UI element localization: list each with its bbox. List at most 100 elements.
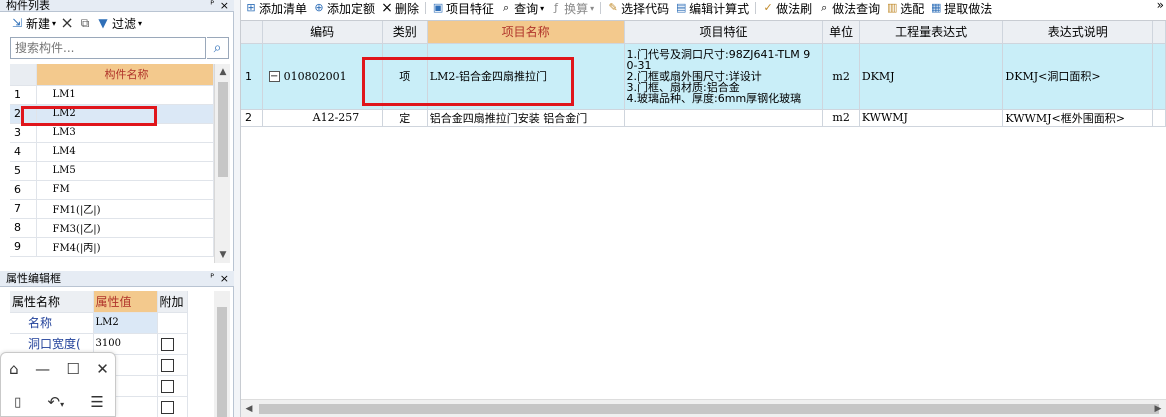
- table-row[interactable]: 6 FM: [10, 180, 214, 200]
- scroll-down-icon[interactable]: ▼: [215, 247, 231, 263]
- item-feature-button[interactable]: ▣ 项目特征: [432, 0, 494, 16]
- quantity-expr-header[interactable]: 工程量表达式: [859, 21, 1004, 44]
- search-icon[interactable]: ⌕: [207, 37, 229, 59]
- table-row[interactable]: 8 FM3(|乙|): [10, 218, 214, 238]
- component-name[interactable]: FM: [36, 180, 214, 200]
- grid-horizontal-scrollbar[interactable]: ◀ ▶: [241, 399, 1166, 417]
- attach-checkbox[interactable]: [160, 379, 174, 393]
- save-icon[interactable]: ▯: [14, 395, 21, 410]
- panel-splitter[interactable]: [234, 0, 241, 417]
- component-name[interactable]: FM3(|乙|): [36, 218, 214, 238]
- chevron-down-icon: ▾: [52, 18, 57, 28]
- table-row[interactable]: 7 FM1(|乙|): [10, 199, 214, 219]
- method-query-button[interactable]: ⌕ 做法查询: [818, 0, 880, 16]
- delete-button[interactable]: × 删除: [381, 0, 419, 16]
- property-name: 名称: [10, 312, 94, 334]
- expr-desc-cell[interactable]: DKMJ<洞口面积>: [1002, 43, 1153, 110]
- more-icon[interactable]: »: [1157, 0, 1164, 12]
- close-icon[interactable]: ✕: [96, 360, 109, 378]
- chevron-down-icon: ▾: [590, 3, 595, 13]
- attach-checkbox[interactable]: [160, 337, 174, 351]
- maximize-icon[interactable]: ☐: [66, 360, 79, 378]
- table-row[interactable]: 5 LM5: [10, 161, 214, 181]
- close-icon[interactable]: ×: [220, 271, 229, 286]
- delete-component-button[interactable]: ×: [60, 15, 74, 31]
- close-icon[interactable]: ×: [220, 0, 229, 11]
- property-row[interactable]: 洞口宽度( 3100: [10, 333, 188, 355]
- filter-label: 过滤: [112, 16, 137, 31]
- copy-component-button[interactable]: ⧉: [78, 16, 92, 30]
- shirt-icon[interactable]: ⌂: [9, 360, 19, 378]
- property-extra[interactable]: [157, 375, 188, 397]
- table-row[interactable]: 9 FM4(|丙|): [10, 237, 214, 257]
- scroll-thumb[interactable]: [218, 82, 228, 177]
- category-header[interactable]: 类别: [382, 21, 428, 44]
- pin-icon[interactable]: ᴾ: [210, 0, 214, 11]
- scroll-thumb[interactable]: [217, 307, 227, 417]
- grid-corner: [241, 21, 263, 44]
- row-index: 7: [10, 199, 37, 219]
- component-list-title: 构件列表: [6, 0, 50, 12]
- property-scrollbar[interactable]: [214, 291, 230, 417]
- filter-button[interactable]: ▼ 过滤 ▾: [96, 15, 142, 32]
- attach-checkbox[interactable]: [160, 358, 174, 372]
- scroll-right-icon[interactable]: ▶: [1150, 400, 1166, 417]
- add-quota-button[interactable]: ⊕ 添加定额: [313, 0, 375, 16]
- code-cell[interactable]: A12-257: [262, 109, 383, 127]
- component-name-header[interactable]: 构件名称: [36, 64, 214, 86]
- component-name[interactable]: FM1(|乙|): [36, 199, 214, 219]
- match-button[interactable]: ▥ 选配: [886, 0, 924, 16]
- property-row[interactable]: 名称 LM2: [10, 312, 188, 334]
- scroll-left-icon[interactable]: ◀: [241, 400, 257, 417]
- scroll-up-icon[interactable]: ▲: [215, 64, 231, 80]
- minimize-icon[interactable]: —: [35, 360, 50, 378]
- scroll-thumb[interactable]: [259, 404, 1159, 414]
- item-name-cell[interactable]: 铝合金四扇推拉门安装 铝合金门: [427, 109, 625, 127]
- select-code-button[interactable]: ✎ 选择代码: [607, 0, 670, 16]
- unit-cell[interactable]: m2: [822, 109, 860, 127]
- table-row[interactable]: 2 A12-257 定 铝合金四扇推拉门安装 铝合金门 m2 KWWMJ KWW…: [241, 109, 1166, 127]
- main-toolbar: ⊞ 添加清单 ⊕ 添加定额 × 删除 ▣ 项目特征 ⌕ 查询 ▾ ƒ 换算 ▾ ✎ 选择代码 ▤ 编…: [241, 0, 1166, 16]
- component-name[interactable]: LM4: [36, 142, 214, 162]
- add-list-button[interactable]: ⊞ 添加清单: [245, 0, 307, 16]
- feature-cell[interactable]: [624, 109, 824, 127]
- component-name[interactable]: LM1: [36, 85, 214, 105]
- toolbar-separator: [425, 2, 427, 14]
- new-component-button[interactable]: ⇲ 新建 ▾: [10, 15, 56, 32]
- unit-cell[interactable]: m2: [822, 43, 860, 110]
- item-name-header[interactable]: 项目名称: [427, 21, 625, 44]
- undo-icon[interactable]: ↶▾: [48, 393, 65, 411]
- expr-desc-header[interactable]: 表达式说明: [1002, 21, 1153, 44]
- expr-desc-cell[interactable]: KWWMJ<框外围面积>: [1002, 109, 1153, 127]
- attach-checkbox[interactable]: [160, 400, 174, 414]
- toolbar-separator: [755, 2, 757, 14]
- collapse-icon[interactable]: −: [268, 71, 280, 82]
- property-extra[interactable]: [157, 333, 188, 355]
- convert-button[interactable]: ƒ 换算 ▾: [550, 0, 594, 16]
- chevron-down-icon: ▾: [138, 18, 143, 28]
- edit-formula-button[interactable]: ▤ 编辑计算式: [675, 0, 749, 16]
- unit-header[interactable]: 单位: [822, 21, 860, 44]
- query-button[interactable]: ⌕ 查询 ▾: [500, 0, 544, 16]
- menu-icon[interactable]: ☰: [90, 393, 103, 411]
- extract-method-button[interactable]: ▦ 提取做法: [930, 0, 992, 16]
- category-cell[interactable]: 定: [382, 109, 428, 127]
- table-row[interactable]: 4 LM4: [10, 142, 214, 162]
- property-extra[interactable]: [157, 354, 188, 376]
- component-name[interactable]: FM4(|丙|): [36, 237, 214, 257]
- quantity-expr-cell[interactable]: DKMJ: [859, 43, 1004, 110]
- property-value[interactable]: LM2: [93, 312, 158, 334]
- component-list-scrollbar[interactable]: ▲ ▼: [214, 64, 230, 263]
- property-extra[interactable]: [157, 396, 188, 417]
- method-brush-button[interactable]: ✓ 做法刷: [762, 0, 813, 16]
- property-value[interactable]: 3100: [93, 333, 158, 355]
- code-header[interactable]: 编码: [262, 21, 383, 44]
- add-quota-icon: ⊕: [314, 1, 324, 14]
- feature-cell[interactable]: 1.门代号及洞口尺寸:98ZJ641-TLM 9 0-31 2.门框或扇外围尺寸…: [624, 43, 824, 110]
- component-name[interactable]: LM5: [36, 161, 214, 181]
- quantity-expr-cell[interactable]: KWWMJ: [859, 109, 1004, 127]
- feature-header[interactable]: 项目特征: [624, 21, 824, 44]
- pin-icon[interactable]: ᴾ: [210, 271, 214, 286]
- table-row[interactable]: 1 LM1: [10, 85, 214, 105]
- search-component-input[interactable]: [10, 37, 206, 59]
